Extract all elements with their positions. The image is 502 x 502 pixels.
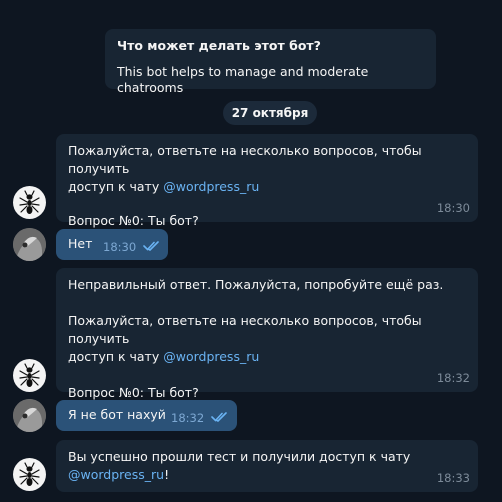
incoming-message[interactable]: Неправильный ответ. Пожалуйста, попробуй… <box>56 268 478 400</box>
bot-avatar[interactable] <box>13 458 46 491</box>
bot-avatar[interactable] <box>13 359 46 392</box>
message-text: Вы успешно прошли тест и получили доступ… <box>68 449 411 464</box>
message-text: Пожалуйста, ответьте на несколько вопрос… <box>68 313 422 346</box>
message-time: 18:30 <box>436 201 470 215</box>
double-check-icon <box>211 412 227 422</box>
ant-icon <box>19 190 40 214</box>
message-time: 18:30 <box>103 240 137 254</box>
incoming-message[interactable]: Вы успешно прошли тест и получили доступ… <box>56 440 478 492</box>
message-time: 18:32 <box>436 371 470 385</box>
message-text: Нет <box>68 236 93 251</box>
message-text: @wordpress_ru! <box>68 467 170 482</box>
message-text: доступ к чату @wordpress_ru <box>68 179 260 194</box>
bot-info-description: This bot helps to manage and moderate ch… <box>117 64 369 95</box>
bot-info-card: Что может делать этот бот? This bot help… <box>105 29 436 95</box>
chat-link[interactable]: @wordpress_ru <box>163 349 259 364</box>
chat-history[interactable]: Что может делать этот бот? This bot help… <box>0 0 502 502</box>
user-avatar[interactable] <box>13 228 46 261</box>
message-text: доступ к чату @wordpress_ru <box>68 349 260 364</box>
outgoing-message[interactable]: Нет 18:30 <box>56 229 168 260</box>
ant-icon <box>19 363 40 387</box>
chat-link[interactable]: @wordpress_ru <box>68 467 164 482</box>
double-check-icon <box>143 241 159 251</box>
user-avatar[interactable] <box>13 399 46 432</box>
incoming-message[interactable]: Пожалуйста, ответьте на несколько вопрос… <box>56 134 478 228</box>
bot-avatar[interactable] <box>13 186 46 219</box>
date-separator[interactable]: 27 октября <box>223 101 317 125</box>
ant-icon <box>19 462 40 486</box>
outgoing-message[interactable]: Я не бот нахуй 18:32 <box>56 400 237 431</box>
message-time: 18:32 <box>171 411 205 425</box>
error-text: Неправильный ответ. Пожалуйста, попробуй… <box>68 277 444 292</box>
user-photo <box>13 228 46 261</box>
question-text: Вопрос №0: Ты бот? <box>68 213 199 228</box>
message-text: Я не бот нахуй <box>68 407 166 422</box>
message-time: 18:33 <box>436 471 470 485</box>
chat-link[interactable]: @wordpress_ru <box>163 179 259 194</box>
message-text: Пожалуйста, ответьте на несколько вопрос… <box>68 143 422 176</box>
user-photo <box>13 399 46 432</box>
bot-info-title: Что может делать этот бот? <box>117 38 321 53</box>
